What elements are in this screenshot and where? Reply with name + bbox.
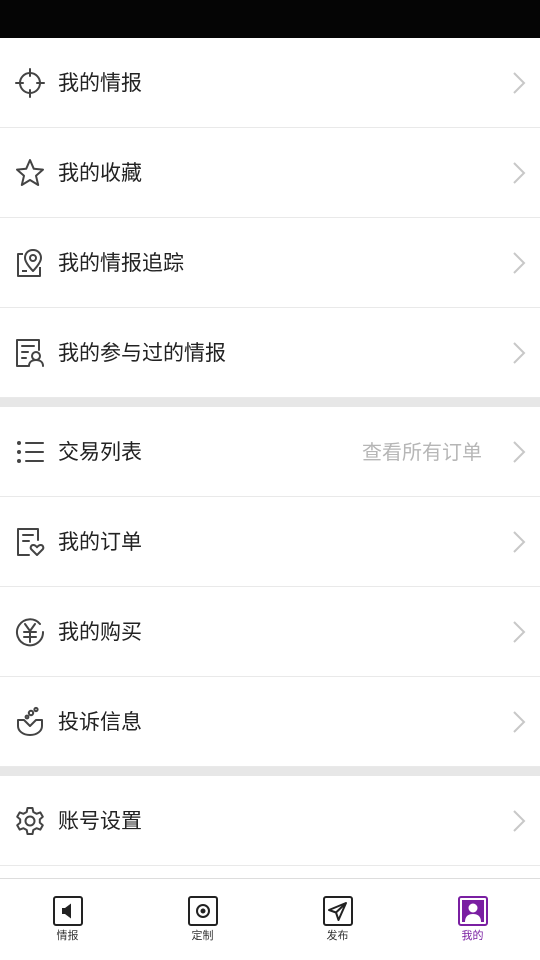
chevron-right-icon xyxy=(512,71,526,95)
tab-label: 情报 xyxy=(56,929,79,942)
menu-item-label: 我的情报追踪 xyxy=(58,251,184,275)
menu-item-label: 我的订单 xyxy=(58,530,142,554)
menu-item-my-orders[interactable]: 我的订单 xyxy=(0,497,540,587)
tab-publish[interactable]: 发布 xyxy=(270,879,405,960)
chevron-right-icon xyxy=(512,161,526,185)
speaker-icon xyxy=(52,895,84,927)
menu-item-label: 我的情报 xyxy=(58,71,142,95)
user-profile-icon xyxy=(457,895,489,927)
tab-label: 我的 xyxy=(461,929,484,942)
chevron-right-icon xyxy=(512,809,526,833)
view-all-orders-link[interactable]: 查看所有订单 xyxy=(362,407,482,497)
crosshair-icon xyxy=(14,67,46,99)
document-user-icon xyxy=(14,337,46,369)
menu-item-intel-tracking[interactable]: 我的情报追踪 xyxy=(0,218,540,308)
tab-intel[interactable]: 情报 xyxy=(0,879,135,960)
status-bar xyxy=(0,0,540,38)
menu-item-label: 投诉信息 xyxy=(58,710,142,734)
bottom-tab-bar: 情报 定制 发布 我的 xyxy=(0,878,540,960)
section-divider xyxy=(0,398,540,407)
chevron-right-icon xyxy=(512,251,526,275)
section-divider xyxy=(0,767,540,776)
record-icon xyxy=(187,895,219,927)
tab-mine[interactable]: 我的 xyxy=(405,879,540,960)
chevron-right-icon xyxy=(512,620,526,644)
menu-item-label: 交易列表 xyxy=(58,440,142,464)
location-pin-icon xyxy=(14,247,46,279)
menu-item-label: 账号设置 xyxy=(58,809,142,833)
menu-item-transaction-list[interactable]: 交易列表 查看所有订单 xyxy=(0,407,540,497)
list-icon xyxy=(14,436,46,468)
chevron-right-icon xyxy=(512,530,526,554)
tab-label: 发布 xyxy=(326,929,349,942)
menu-item-my-purchases[interactable]: 我的购买 xyxy=(0,587,540,677)
menu-item-complaints[interactable]: 投诉信息 xyxy=(0,677,540,767)
chevron-right-icon xyxy=(512,710,526,734)
menu-item-label: 我的收藏 xyxy=(58,161,142,185)
chevron-right-icon xyxy=(512,341,526,365)
yuan-coin-icon xyxy=(14,616,46,648)
menu-item-label: 我的参与过的情报 xyxy=(58,341,226,365)
star-icon xyxy=(14,157,46,189)
chevron-right-icon xyxy=(512,440,526,464)
gear-icon xyxy=(14,805,46,837)
menu-item-account-settings[interactable]: 账号设置 xyxy=(0,776,540,866)
menu-item-participated-intel[interactable]: 我的参与过的情报 xyxy=(0,308,540,398)
tab-label: 定制 xyxy=(191,929,214,942)
paper-plane-icon xyxy=(322,895,354,927)
order-heart-icon xyxy=(14,526,46,558)
tab-custom[interactable]: 定制 xyxy=(135,879,270,960)
complaint-icon xyxy=(14,706,46,738)
profile-menu: 我的情报 我的收藏 我的情报追踪 我的参与过的情报 交易列表 查看所有订单 我的… xyxy=(0,38,540,866)
menu-item-my-intel[interactable]: 我的情报 xyxy=(0,38,540,128)
menu-item-label: 我的购买 xyxy=(58,620,142,644)
menu-item-my-favorites[interactable]: 我的收藏 xyxy=(0,128,540,218)
